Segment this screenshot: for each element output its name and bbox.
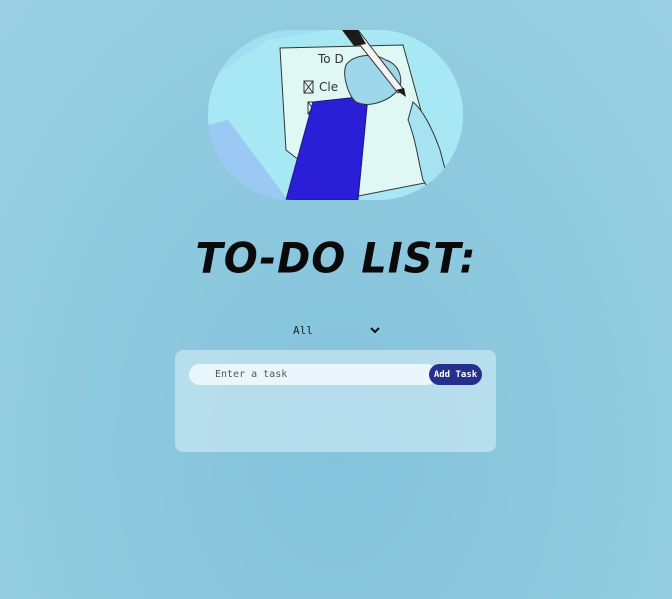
task-input[interactable] — [189, 364, 437, 385]
note-heading: To D — [317, 52, 344, 66]
page-title: TO-DO LIST: — [195, 234, 477, 284]
hero-illustration: To D Cle g e. — [208, 30, 463, 200]
filter-selected-label: All — [293, 323, 313, 337]
task-card: Add Task — [175, 350, 496, 452]
add-task-button[interactable]: Add Task — [429, 364, 482, 385]
filter-select[interactable]: All — [287, 319, 387, 341]
chevron-down-icon — [370, 327, 380, 334]
checklist-illustration: To D Cle g e. — [208, 30, 463, 200]
note-item: Cle — [319, 80, 338, 94]
